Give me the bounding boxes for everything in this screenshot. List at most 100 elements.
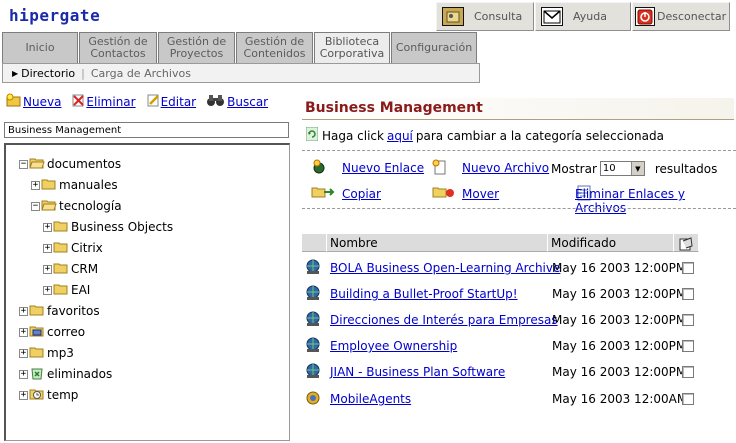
- table-row: Employee Ownership May 16 2003 12:00PM: [304, 337, 694, 354]
- expand-toggle[interactable]: +: [19, 369, 28, 379]
- row-checkbox[interactable]: [682, 393, 694, 405]
- expand-toggle[interactable]: +: [19, 327, 28, 337]
- eliminar-enlaces-link[interactable]: Eliminar Enlaces y Archivos: [575, 187, 736, 215]
- row-name-link[interactable]: Building a Bullet-Proof StartUp!: [330, 287, 518, 301]
- tree-node-favoritos[interactable]: + favoritos: [19, 303, 100, 319]
- tree-node-eliminados[interactable]: + eliminados: [19, 366, 112, 382]
- col-modificado-header[interactable]: Modificado: [548, 234, 674, 252]
- expand-toggle[interactable]: +: [19, 306, 28, 316]
- desconectar-label: Desconectar: [657, 10, 727, 23]
- nueva-label: Nueva: [23, 94, 62, 109]
- change-category-link[interactable]: aquí: [387, 129, 413, 143]
- row-name-link[interactable]: Direcciones de Interés para Empresas: [330, 313, 558, 327]
- tree-label: favoritos: [47, 304, 100, 318]
- dropdown-arrow-icon[interactable]: ▼: [630, 162, 644, 175]
- tree-node-eai[interactable]: + EAI: [43, 282, 90, 298]
- copiar-link[interactable]: Copiar: [342, 187, 381, 201]
- consulta-icon: [442, 7, 464, 26]
- tree-node-manuales[interactable]: + manuales: [31, 177, 118, 193]
- row-name-link[interactable]: BOLA Business Open-Learning Archive: [330, 261, 560, 275]
- tree-node-tecnologia[interactable]: − tecnología: [31, 198, 122, 214]
- refresh-icon: [305, 126, 319, 144]
- collapse-toggle[interactable]: −: [31, 201, 40, 211]
- row-name-link[interactable]: Employee Ownership: [330, 339, 457, 353]
- select-all-icon[interactable]: [678, 236, 694, 250]
- delete-icon: [71, 93, 85, 110]
- col-select-header[interactable]: [674, 234, 699, 252]
- divider: [302, 150, 736, 151]
- edit-icon: [146, 93, 160, 110]
- directory-tree[interactable]: − documentos + manuales − tecnología + B…: [4, 143, 290, 441]
- col-nombre-header[interactable]: Nombre: [327, 234, 548, 252]
- tree-node-crm[interactable]: + CRM: [43, 261, 98, 277]
- new-link-icon: [311, 159, 329, 178]
- expand-toggle[interactable]: +: [19, 348, 28, 358]
- subnav-directorio[interactable]: Directorio: [21, 67, 75, 80]
- tab-contenidos[interactable]: Gestión de Contenidos: [236, 32, 313, 63]
- subnav-separator: |: [81, 66, 85, 80]
- row-checkbox[interactable]: [682, 314, 694, 326]
- results-select[interactable]: 10 ▼: [599, 161, 645, 176]
- nuevo-enlace-link[interactable]: Nuevo Enlace: [342, 161, 424, 175]
- tree-label: Business Objects: [71, 220, 174, 234]
- tree-node-documentos[interactable]: − documentos: [19, 156, 121, 172]
- globe-link-icon: [304, 311, 324, 330]
- ayuda-button[interactable]: Ayuda: [535, 2, 631, 31]
- row-checkbox[interactable]: [682, 366, 694, 378]
- collapse-toggle[interactable]: −: [19, 159, 28, 169]
- globe-link-icon: [304, 285, 324, 304]
- eliminar-link[interactable]: Eliminar: [71, 93, 136, 110]
- left-actions: Nueva Eliminar Editar Buscar: [6, 93, 278, 110]
- row-checkbox[interactable]: [682, 262, 694, 274]
- tab-inicio[interactable]: Inicio: [2, 32, 78, 63]
- tree-node-citrix[interactable]: + Citrix: [43, 240, 103, 256]
- tab-configuracion[interactable]: Configuración: [391, 32, 477, 63]
- tree-node-business-objects[interactable]: + Business Objects: [43, 219, 173, 235]
- expand-toggle[interactable]: +: [43, 285, 52, 295]
- globe-link-icon: [304, 363, 324, 382]
- tree-node-mp3[interactable]: + mp3: [19, 345, 74, 361]
- click-prefix: Haga click: [322, 128, 384, 143]
- nueva-link[interactable]: Nueva: [6, 93, 61, 110]
- expand-toggle[interactable]: +: [19, 390, 28, 400]
- tree-label: eliminados: [47, 367, 113, 381]
- row-name-link[interactable]: MobileAgents: [330, 392, 411, 406]
- consulta-button[interactable]: Consulta: [436, 2, 534, 31]
- mail-icon: [541, 7, 563, 26]
- expand-toggle[interactable]: +: [43, 222, 52, 232]
- table-row: Direcciones de Interés para Empresas May…: [304, 311, 694, 330]
- tab-proyectos[interactable]: Gestión de Proyectos: [158, 32, 235, 63]
- expand-toggle[interactable]: +: [43, 243, 52, 253]
- tab-biblioteca[interactable]: Biblioteca Corporativa: [314, 32, 390, 63]
- tree-label: EAI: [71, 283, 91, 297]
- expand-toggle[interactable]: +: [31, 180, 40, 190]
- buscar-link[interactable]: Buscar: [206, 93, 268, 110]
- tree-label: CRM: [71, 262, 99, 276]
- row-checkbox[interactable]: [682, 340, 694, 352]
- folder-icon: [53, 282, 69, 299]
- tab-contactos[interactable]: Gestión de Contactos: [79, 32, 157, 63]
- category-input[interactable]: [4, 122, 289, 138]
- binoculars-icon: [206, 93, 226, 110]
- row-checkbox[interactable]: [682, 288, 694, 300]
- tree-label: temp: [47, 388, 79, 402]
- tree-node-correo[interactable]: + correo: [19, 324, 85, 340]
- mover-link[interactable]: Mover: [462, 187, 499, 201]
- tree-node-temp[interactable]: + temp: [19, 387, 78, 403]
- tree-label: documentos: [47, 157, 122, 171]
- row-name-link[interactable]: JIAN - Business Plan Software: [330, 365, 505, 379]
- col-icon-header: [302, 234, 327, 252]
- tree-label: mp3: [47, 346, 74, 360]
- recycle-bin-icon: [29, 366, 45, 383]
- row-date: May 16 2003 12:00PM: [552, 313, 687, 327]
- desconectar-button[interactable]: Desconectar: [632, 2, 730, 31]
- divider: [302, 208, 736, 209]
- editar-link[interactable]: Editar: [146, 93, 196, 110]
- main-tabs: Inicio Gestión de Contactos Gestión de P…: [2, 32, 478, 63]
- folder-icon: [41, 177, 57, 194]
- row-date: May 16 2003 12:00PM: [552, 261, 687, 275]
- row-date: May 16 2003 12:00PM: [552, 365, 687, 379]
- expand-toggle[interactable]: +: [43, 264, 52, 274]
- nuevo-archivo-link[interactable]: Nuevo Archivo: [462, 161, 549, 175]
- subnav-carga-archivos[interactable]: Carga de Archivos: [91, 67, 191, 80]
